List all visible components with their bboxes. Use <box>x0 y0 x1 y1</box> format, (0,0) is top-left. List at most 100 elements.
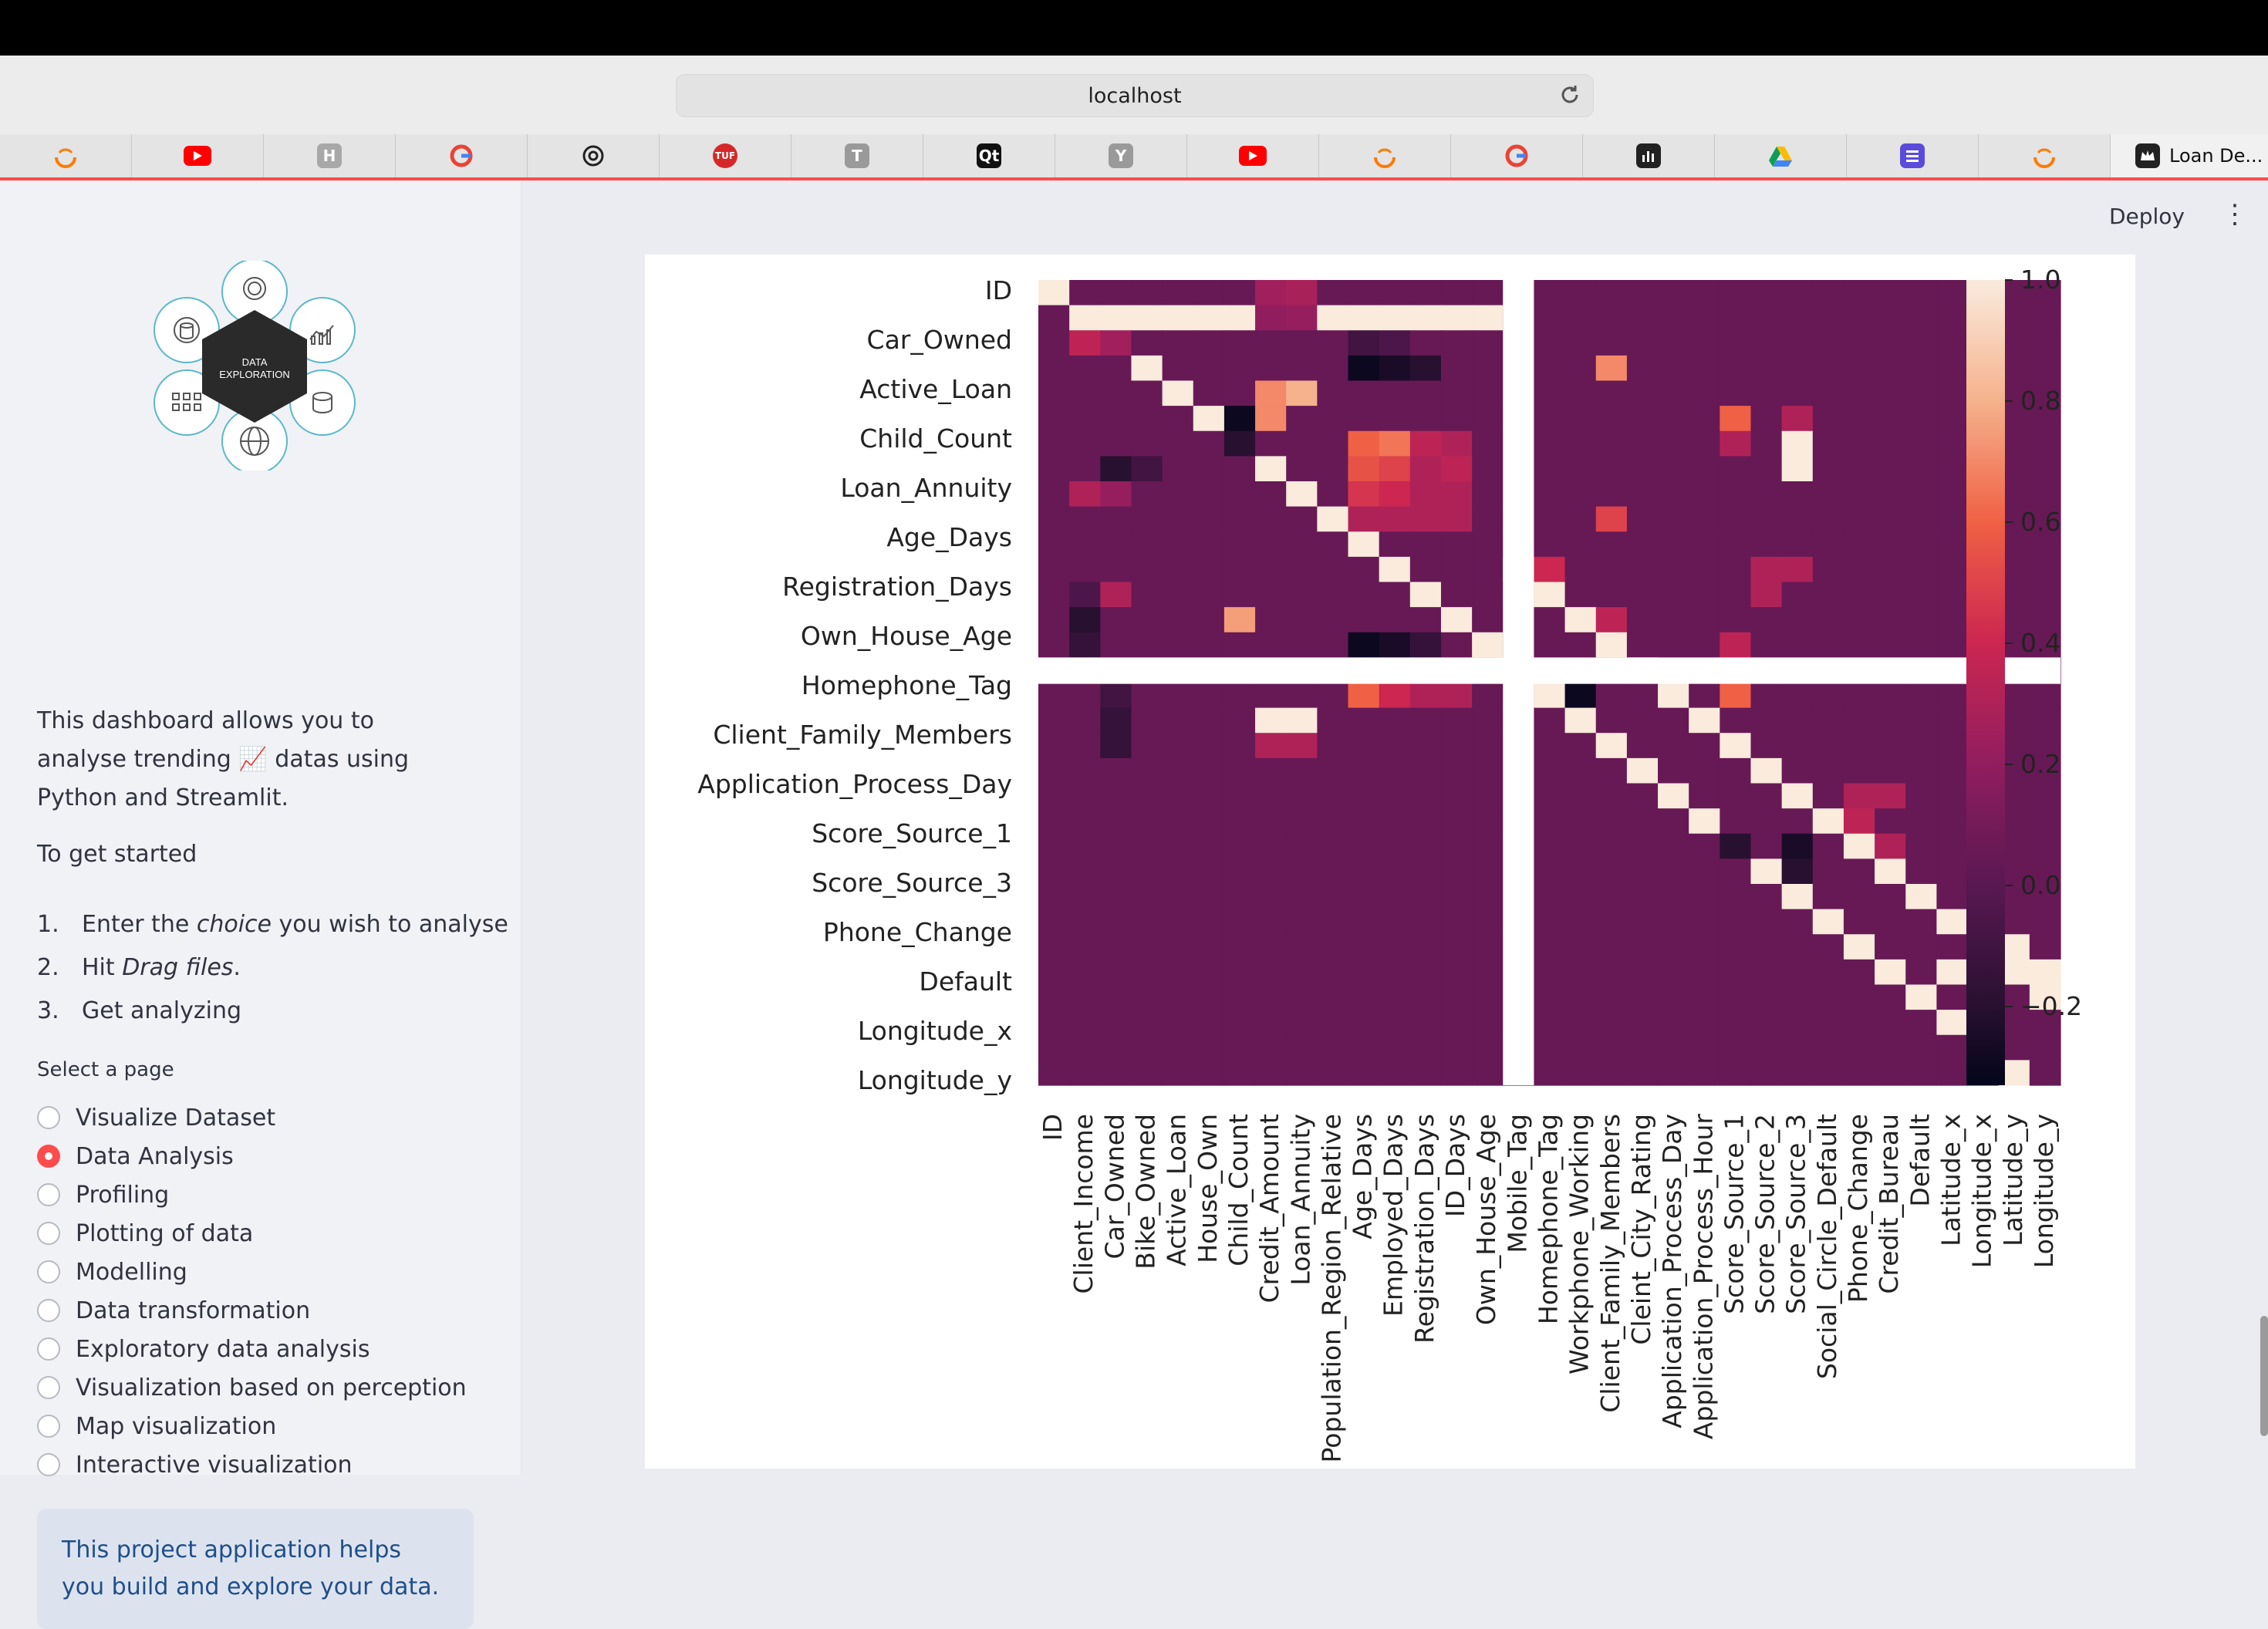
heatmap-cell <box>1658 683 1689 709</box>
heatmap-cell <box>1812 481 1844 508</box>
browser-tab[interactable] <box>1715 134 1847 177</box>
heatmap-cell <box>1100 481 1132 508</box>
heatmap-cell <box>1131 556 1163 583</box>
page-radio-interactive-visualization[interactable]: Interactive visualization <box>37 1445 467 1484</box>
heatmap-cell <box>1750 1060 1783 1086</box>
deploy-button[interactable]: Deploy <box>2109 204 2185 229</box>
heatmap-cell <box>1658 430 1689 457</box>
heatmap-cell <box>1317 582 1349 608</box>
browser-tab[interactable]: TUF <box>660 134 791 177</box>
heatmap-cell <box>1255 833 1287 859</box>
orange-arc-icon <box>2032 143 2057 168</box>
heatmap-cell <box>1409 959 1442 986</box>
heatmap-cell <box>1038 733 1070 759</box>
heatmap-cell <box>1286 858 1318 885</box>
heatmap-cell <box>1162 783 1194 809</box>
info-box: This project application helps you build… <box>37 1509 474 1629</box>
heatmap-cell <box>1720 531 1752 558</box>
page-radio-modelling[interactable]: Modelling <box>37 1253 467 1291</box>
page-radio-profiling[interactable]: Profiling <box>37 1175 467 1214</box>
heatmap-cell <box>1440 707 1473 734</box>
browser-tab[interactable] <box>1847 134 1979 177</box>
heatmap-cell <box>1781 1034 1814 1061</box>
browser-tab[interactable]: H <box>264 134 396 177</box>
browser-tab[interactable] <box>1451 134 1583 177</box>
page-radio-map-visualization[interactable]: Map visualization <box>37 1407 467 1445</box>
heatmap-cell <box>2029 330 2061 356</box>
browser-tab[interactable] <box>132 134 264 177</box>
step-text: Hit Drag files. <box>82 953 241 981</box>
radio-label: Visualization based on perception <box>76 1374 467 1401</box>
page-radio-data-transformation[interactable]: Data transformation <box>37 1291 467 1330</box>
heatmap-cell <box>1193 707 1225 734</box>
heatmap-cell <box>1286 456 1318 482</box>
heatmap-cell <box>1626 456 1659 482</box>
heatmap-cell <box>1564 582 1597 608</box>
heatmap-cell <box>1162 355 1194 382</box>
heatmap-cell <box>1100 280 1132 306</box>
heatmap-cell <box>1409 531 1442 558</box>
heatmap-cell <box>1658 858 1689 885</box>
page-radio-visualization-based-on-perception[interactable]: Visualization based on perception <box>37 1368 467 1407</box>
browser-tab[interactable] <box>1319 134 1451 177</box>
heatmap-cell <box>1905 783 1937 809</box>
browser-tab[interactable] <box>528 134 660 177</box>
qt-icon: Qt <box>977 143 1001 168</box>
column-label: ID_Days <box>1440 1114 1470 1217</box>
heatmap-cell <box>1286 884 1318 910</box>
heatmap-cell <box>1936 1060 1969 1086</box>
browser-tab[interactable] <box>396 134 528 177</box>
page-radio-plotting-of-data[interactable]: Plotting of data <box>37 1214 467 1253</box>
radio-circle[interactable] <box>37 1299 60 1322</box>
column-label: Population_Region_Relative <box>1316 1114 1346 1462</box>
reload-icon[interactable] <box>1558 83 1582 107</box>
heatmap-cell <box>1843 959 1875 986</box>
heatmap-cell <box>1255 1060 1287 1086</box>
radio-circle[interactable] <box>37 1145 60 1168</box>
heatmap-cell <box>1472 280 1504 306</box>
heatmap-cell <box>1223 984 1256 1010</box>
page-scrollbar[interactable] <box>2260 1316 2268 1436</box>
radio-circle[interactable] <box>37 1453 60 1476</box>
radio-circle[interactable] <box>37 1183 60 1206</box>
page-radio-visualize-dataset[interactable]: Visualize Dataset <box>37 1098 467 1137</box>
browser-tab[interactable] <box>0 134 132 177</box>
heatmap-cell <box>1440 757 1473 784</box>
heatmap-cell <box>1348 833 1380 859</box>
radio-circle[interactable] <box>37 1337 60 1361</box>
radio-circle[interactable] <box>37 1222 60 1245</box>
heatmap-cell <box>1286 430 1318 457</box>
heatmap-cell <box>2029 833 2061 859</box>
column-label: Score_Source_2 <box>1750 1114 1780 1314</box>
page-radio-data-analysis[interactable]: Data Analysis <box>37 1137 467 1175</box>
browser-tab[interactable] <box>1979 134 2111 177</box>
heatmap-cell <box>1162 984 1194 1010</box>
heatmap-cell <box>1100 858 1132 885</box>
browser-tab[interactable]: Qt <box>923 134 1055 177</box>
more-options-icon[interactable]: ⋮ <box>2222 201 2248 228</box>
heatmap-cell <box>1286 1034 1318 1061</box>
radio-circle[interactable] <box>37 1376 60 1399</box>
heatmap-cell <box>1440 884 1473 910</box>
heatmap-cell <box>1905 305 1937 331</box>
address-bar[interactable]: localhost <box>676 74 1594 117</box>
heatmap-cell <box>1255 959 1287 986</box>
browser-tab[interactable]: Y <box>1055 134 1187 177</box>
radio-circle[interactable] <box>37 1415 60 1438</box>
browser-tab[interactable]: T <box>791 134 923 177</box>
heatmap-cell <box>1069 430 1101 457</box>
browser-tab-active[interactable]: Loan De... <box>2111 134 2268 177</box>
column-label: Longitude_x <box>1967 1114 1997 1268</box>
radio-circle[interactable] <box>37 1106 60 1129</box>
heatmap-cell <box>1595 757 1628 784</box>
heatmap-cell <box>1875 506 1906 532</box>
heatmap-cell <box>1131 884 1163 910</box>
page-radio-group: Visualize Dataset Data Analysis Profiling P… <box>37 1098 467 1484</box>
heatmap-cell <box>1317 456 1349 482</box>
page-radio-exploratory-data-analysis[interactable]: Exploratory data analysis <box>37 1330 467 1368</box>
browser-tab[interactable] <box>1583 134 1715 177</box>
browser-tab[interactable] <box>1187 134 1319 177</box>
heatmap-cell <box>1348 531 1380 558</box>
heatmap-cell <box>1750 406 1783 432</box>
radio-circle[interactable] <box>37 1260 60 1283</box>
